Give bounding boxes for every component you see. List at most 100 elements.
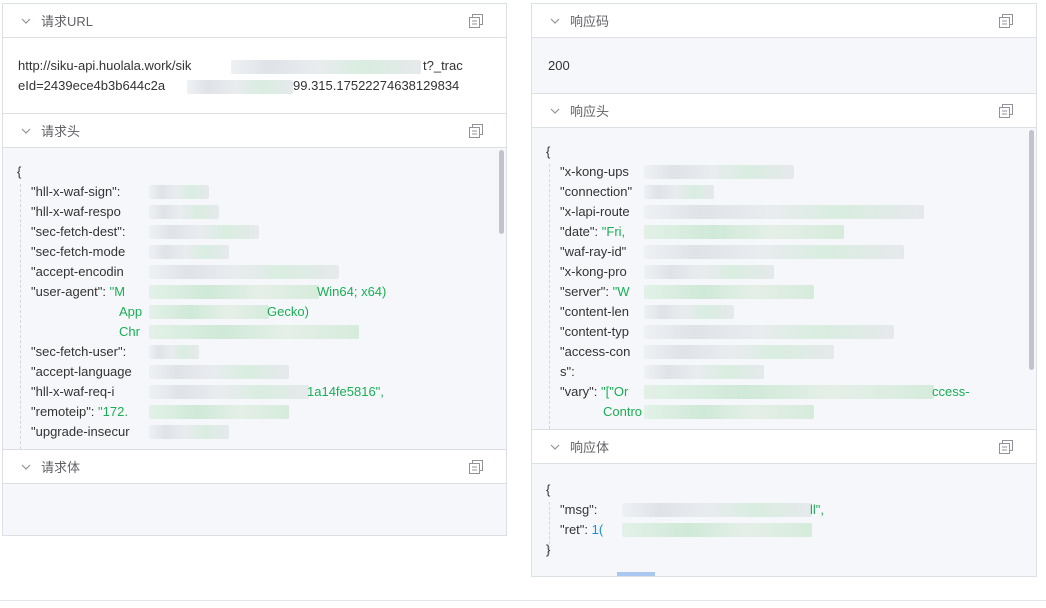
redacted-value [644,165,794,179]
json-row: "waf-ray-id" [560,242,626,262]
json-key: "vary": [560,384,602,399]
request-headers-header[interactable]: 请求头 [3,114,506,148]
redacted-value [644,305,734,319]
panel-title: 请求头 [41,124,81,139]
json-key: "sec-fetch-dest": [31,224,126,239]
json-key: "date": [560,224,602,239]
response-code-body: 200 [532,38,1036,93]
redacted-value [644,265,774,279]
json-row: "accept-encodin [31,262,124,282]
panel-title: 请求URL [41,14,94,29]
chevron-down-icon[interactable] [546,4,564,38]
panel-title: 响应体 [570,440,610,455]
copy-icon[interactable] [468,13,484,29]
json-row: "date": "Fri, [560,222,625,242]
json-key: "server": [560,284,613,299]
json-row: Chr [119,322,140,342]
json-value: App [119,304,143,319]
json-key: "x-kong-ups [560,164,629,179]
url-line-1: http://siku-api.huolala.work/sik [18,58,192,73]
json-row: s": [560,362,575,382]
json-row: "accept-language [31,362,132,382]
json-row: "msg": [560,500,597,520]
json-row: "vary": "["Or [560,382,628,402]
redacted-value [149,225,259,239]
redacted-value [149,385,309,399]
bottom-divider [0,600,1046,601]
json-row: "sec-fetch-user": [31,342,126,362]
json-value-tail: ll", [810,502,825,517]
redacted-value [149,345,199,359]
json-value: "Fri, [601,224,626,239]
copy-icon[interactable] [998,439,1014,455]
chevron-down-icon[interactable] [17,114,35,148]
chevron-down-icon[interactable] [17,450,35,484]
json-key: "access-con [560,344,631,359]
redacted-value [644,285,814,299]
panel-title: 请求体 [41,460,81,475]
response-code-header[interactable]: 响应码 [532,4,1036,38]
json-row: "remoteip": "172. [31,402,128,422]
request-url-header[interactable]: 请求URL [3,4,506,38]
url-line-1-tail: t?_trac [423,58,463,73]
redacted-value [644,365,764,379]
json-close-brace: } [546,542,551,557]
selection-highlight [617,572,655,576]
redacted-value [644,405,814,419]
redacted-value [149,205,219,219]
redacted-value [149,425,229,439]
json-value: Chr [119,324,140,339]
json-row: "x-lapi-route [560,202,630,222]
copy-icon[interactable] [998,103,1014,119]
json-open-brace: { [546,144,551,159]
json-row: "x-kong-ups [560,162,629,182]
json-value-tail: Gecko) [267,304,309,319]
json-key: "ret": [560,522,592,537]
json-key: "x-lapi-route [560,204,630,219]
json-viewer: { "hll-x-waf-sign": "hll-x-waf-respo "sec… [17,162,494,449]
panel-title: 响应码 [570,14,610,29]
json-row: "upgrade-insecur [31,422,130,442]
json-key: "hll-x-waf-req-i [31,384,115,399]
json-value: 1( [591,522,604,537]
chevron-down-icon[interactable] [546,430,564,464]
redacted-value [149,405,289,419]
redacted-value [644,205,924,219]
json-value-tail: Win64; x64) [317,284,387,299]
response-headers-header[interactable]: 响应头 [532,94,1036,128]
redacted-value [644,325,894,339]
request-body-header[interactable]: 请求体 [3,450,506,484]
json-key: "accept-encodin [31,264,124,279]
json-row: "sec-fetch-dest": [31,222,126,242]
json-viewer: { "x-kong-ups "connection" "x-lapi-route "d… [546,142,1024,429]
copy-icon[interactable] [468,459,484,475]
json-key: "waf-ray-id" [560,244,627,259]
copy-icon[interactable] [468,123,484,139]
response-body-header[interactable]: 响应体 [532,430,1036,464]
json-row: "connection" [560,182,632,202]
json-row: "hll-x-waf-sign": [31,182,120,202]
json-value: "["Or [601,384,629,399]
json-key: "hll-x-waf-respo [31,204,121,219]
request-url-panel: 请求URL http://siku-api.huolala.work/sik t… [2,3,507,114]
json-row: "ret": 1( [560,520,603,540]
redacted-value [149,325,359,339]
request-body-panel: 请求体 [2,449,507,536]
json-key: "upgrade-insecur [31,424,130,439]
chevron-down-icon[interactable] [546,94,564,128]
json-open-brace: { [546,482,551,497]
scrollbar[interactable] [499,150,504,234]
json-key: "sec-fetch-mode [31,244,126,259]
request-body-content [3,484,506,535]
copy-icon[interactable] [998,13,1014,29]
request-headers-panel: 请求头 { "hll-x-waf-sign": "hll-x-waf-respo… [2,113,507,450]
redacted-value [644,385,934,399]
json-row: "hll-x-waf-respo [31,202,121,222]
json-row: "sec-fetch-mode [31,242,125,262]
json-row: "content-len [560,302,629,322]
url-line-2-tail: 99.315.17522274638129834 [293,78,460,93]
scrollbar[interactable] [1029,130,1034,370]
chevron-down-icon[interactable] [17,4,35,38]
json-key: "sec-fetch-user": [31,344,127,359]
json-row: "server": "W [560,282,629,302]
